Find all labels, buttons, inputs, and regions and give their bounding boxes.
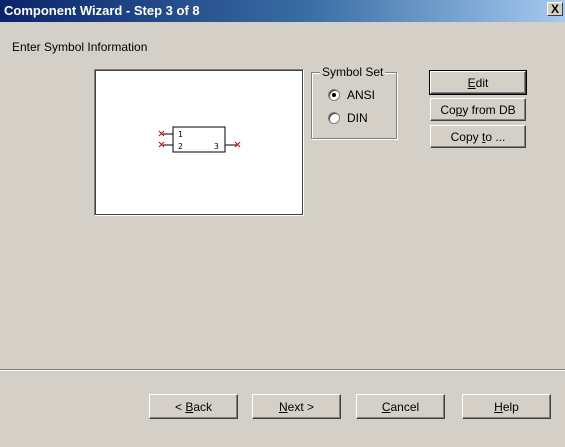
close-icon: X [550, 2, 559, 16]
close-button[interactable]: X [547, 2, 563, 16]
radio-ansi-label[interactable]: ANSI [347, 88, 375, 102]
back-button-label: < Back [174, 399, 213, 414]
cancel-button[interactable]: Cancel [356, 394, 445, 419]
copy-to-button-label: Copy to ... [450, 129, 506, 144]
pin-1-label: 1 [178, 130, 183, 139]
step-heading: Enter Symbol Information [12, 40, 148, 54]
help-button-label: Help [494, 399, 519, 414]
cancel-button-label: Cancel [381, 399, 420, 414]
next-button[interactable]: Next > [252, 394, 341, 419]
radio-ansi-indicator[interactable] [328, 89, 340, 101]
back-button[interactable]: < Back [149, 394, 238, 419]
help-button[interactable]: Help [462, 394, 551, 419]
title-bar[interactable]: Component Wizard - Step 3 of 8 X [0, 0, 565, 22]
edit-button-label: Edit [467, 75, 489, 90]
window-title: Component Wizard - Step 3 of 8 [4, 3, 200, 18]
pin-2-label: 2 [178, 142, 183, 151]
symbol-set-group [311, 72, 397, 139]
copy-from-db-button-label: Copy from DB [440, 102, 516, 117]
symbol-set-legend: Symbol Set [320, 65, 386, 79]
symbol-drawing: 1 2 3 [158, 126, 241, 153]
radio-din-indicator[interactable] [328, 112, 340, 124]
pin-3-label: 3 [214, 142, 219, 151]
copy-from-db-button[interactable]: Copy from DB [430, 98, 526, 121]
footer-separator [0, 369, 565, 371]
radio-ansi[interactable]: ANSI [328, 87, 375, 103]
next-button-label: Next > [278, 399, 315, 414]
radio-din[interactable]: DIN [328, 110, 368, 126]
symbol-preview: 1 2 3 [94, 69, 304, 216]
copy-to-button[interactable]: Copy to ... [430, 125, 526, 148]
component-wizard-dialog: Component Wizard - Step 3 of 8 X Enter S… [0, 0, 565, 447]
edit-button[interactable]: Edit [429, 70, 527, 95]
radio-din-label[interactable]: DIN [347, 111, 368, 125]
